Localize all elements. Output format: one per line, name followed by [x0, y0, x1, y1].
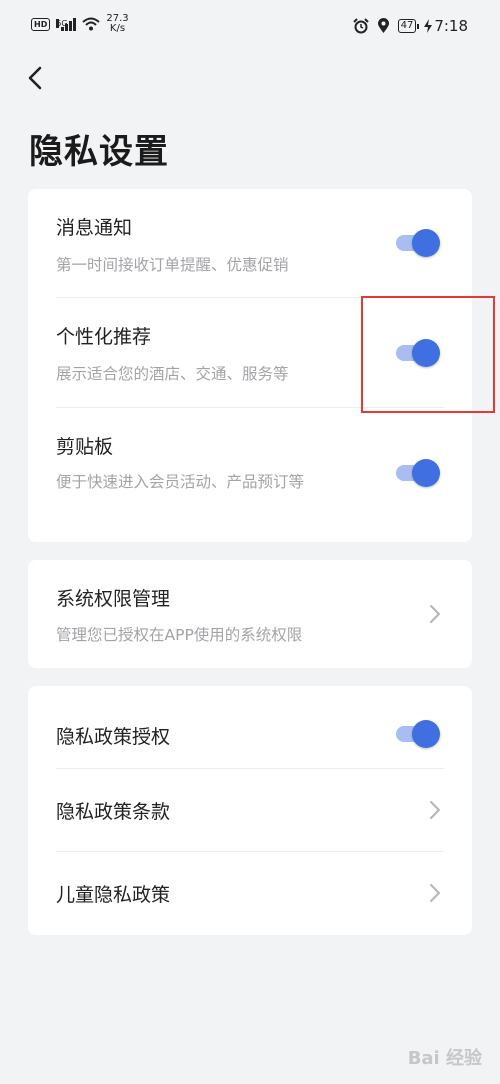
page-title: 隐私设置	[29, 132, 169, 172]
clock: 7:18	[434, 17, 468, 35]
chevron-right-icon	[430, 801, 441, 819]
setting-row-notifications: 消息通知 第一时间接收订单提醒、优惠促销	[28, 189, 472, 297]
setting-row-children-policy[interactable]: 儿童隐私政策	[28, 852, 472, 935]
clipboard-toggle[interactable]	[396, 459, 440, 487]
row-desc: 管理您已授权在APP使用的系统权限	[56, 626, 303, 644]
row-desc: 便于快速进入会员活动、产品预订等	[56, 473, 305, 491]
alarm-icon	[352, 18, 369, 34]
status-right: 47 7:18	[352, 17, 468, 35]
notifications-toggle[interactable]	[396, 229, 440, 257]
setting-row-policy-authorization: 隐私政策授权	[28, 686, 472, 768]
network-speed: 27.3 K/s	[106, 13, 129, 34]
back-arrow-icon	[28, 66, 42, 90]
row-title: 儿童隐私政策	[56, 884, 171, 906]
row-title: 系统权限管理	[56, 588, 171, 610]
location-icon	[377, 18, 389, 33]
setting-row-clipboard: 剪贴板 便于快速进入会员活动、产品预订等	[28, 408, 472, 542]
hd-icon: HD	[31, 17, 51, 31]
policy-authorization-toggle[interactable]	[396, 720, 440, 748]
chevron-right-icon	[430, 605, 441, 623]
system-permission-card[interactable]: 系统权限管理 管理您已授权在APP使用的系统权限	[28, 560, 472, 668]
row-desc: 第一时间接收订单提醒、优惠促销	[56, 256, 289, 274]
status-left: HD 5G 27.3 K/s	[31, 14, 129, 34]
row-title: 个性化推荐	[56, 326, 152, 348]
row-title: 隐私政策授权	[56, 726, 171, 748]
row-title: 剪贴板	[56, 436, 114, 458]
row-desc: 展示适合您的酒店、交通、服务等	[56, 365, 289, 383]
back-button[interactable]	[22, 62, 50, 94]
watermark: Bai 经验	[407, 1048, 482, 1069]
signal-icon: 5G	[56, 17, 77, 31]
row-title: 消息通知	[56, 217, 133, 239]
charging-icon	[424, 19, 433, 33]
privacy-policy-card: 隐私政策授权 隐私政策条款 儿童隐私政策	[28, 686, 472, 935]
status-bar: HD 5G 27.3 K/s 47 7:18	[0, 0, 500, 52]
annotation-highlight-box	[361, 296, 495, 413]
setting-row-policy-terms[interactable]: 隐私政策条款	[28, 769, 472, 851]
wifi-icon	[82, 17, 101, 31]
chevron-right-icon	[430, 884, 441, 902]
battery-icon: 47	[397, 19, 420, 33]
row-title: 隐私政策条款	[56, 801, 171, 823]
